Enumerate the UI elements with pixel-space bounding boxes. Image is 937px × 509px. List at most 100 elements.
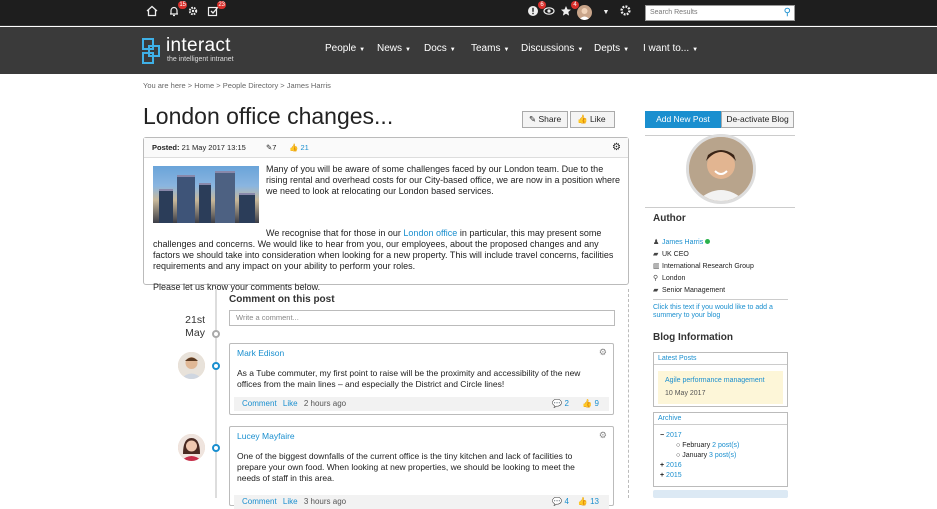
latest-post-item[interactable]: Agile performance management 10 May 2017 [658,371,783,404]
sidebar-divider [645,207,795,208]
latest-posts-box: Latest Posts Agile performance managemen… [653,352,788,407]
comment-input-placeholder: Write a comment... [236,313,299,322]
comment-reply-link[interactable]: Comment [242,399,277,408]
archive-year-2015[interactable]: + 2015 [660,471,739,481]
avatar[interactable] [178,352,205,379]
notifications-bell-icon[interactable]: 15 [165,1,187,22]
comment-time: 2 hours ago [303,399,347,408]
timeline-divider [628,289,629,498]
edit-count[interactable]: ✎7 [266,138,276,158]
archive-month-posts: 2 post(s) [712,442,740,449]
nav-discussions[interactable]: Discussions ▼ [521,43,583,54]
comment-likes-value: 13 [590,497,599,506]
comment-author[interactable]: Mark Edison [237,348,284,359]
logo-name: interact [166,35,231,56]
interact-logo[interactable]: interact the intelligent intranet [142,35,252,65]
eye-icon[interactable] [540,4,558,22]
user-avatar[interactable] [577,5,592,20]
post-header: Posted: 21 May 2017 13:15 ✎7 👍 21 ⚙ [144,138,628,158]
nav-depts[interactable]: Depts ▼ [594,43,629,54]
like-button[interactable]: 👍 Like [570,111,615,128]
settings-gear-icon[interactable] [616,4,634,22]
share-label: Share [538,114,562,124]
comment-footer: Comment Like 2 hours ago 💬 2 👍 9 [234,397,609,411]
comment-reply-link[interactable]: Comment [242,497,277,506]
comment-bubble-icon: 💬 [552,399,563,408]
archive-month-label: February [682,442,711,449]
search-icon[interactable]: ⚲ [784,7,791,19]
home-icon[interactable] [143,4,161,22]
posted-label: Posted: [152,143,180,152]
minus-icon: − [660,432,665,439]
author-company: International Research Group [662,263,754,270]
gear-cluster-icon[interactable] [184,4,202,22]
author-heading: Author [653,213,686,224]
star-icon[interactable]: 4 [557,1,579,22]
timeline-date: 21st May [184,314,205,340]
archive-month-label: January [682,452,708,459]
archive-month-january[interactable]: ○ January 3 post(s) [660,451,739,461]
post-settings-gear-icon[interactable]: ⚙ [612,138,621,158]
nav-news[interactable]: News ▼ [377,43,411,54]
user-menu-chevron-icon[interactable]: ▼ [597,4,615,22]
chevron-down-icon: ▼ [503,47,510,53]
author-company-row: ▥ International Research Group [653,262,754,272]
chevron-down-icon: ▼ [623,47,630,53]
breadcrumb[interactable]: You are here > Home > People Directory >… [143,81,331,90]
comment-gear-icon[interactable]: ⚙ [599,347,607,358]
archive-header: Archive [654,413,787,425]
comment-like-link[interactable]: Like [283,399,298,408]
plus-icon: + [660,462,665,469]
briefcase-icon: ▰ [653,287,659,294]
nav-docs[interactable]: Docs ▼ [424,43,456,54]
author-role: UK CEO [662,251,689,258]
top-utility-bar: 15 23 6 4 ▼ Search Results ⚲ [0,0,937,26]
comment-text: As a Tube commuter, my first point to ra… [237,368,581,389]
comment-bubble-icon: 💬 [552,497,563,506]
author-location-row: ⚲ London [653,274,685,284]
comment-replies[interactable]: 💬 4 [552,495,569,509]
share-button[interactable]: ✎ Share [522,111,569,128]
thumbs-up-icon: 👍 [289,143,299,152]
comment-replies-value: 2 [564,399,569,408]
comment-gear-icon[interactable]: ⚙ [599,430,607,441]
archive-month-february[interactable]: ○ February 2 post(s) [660,441,739,451]
comment-replies[interactable]: 💬 2 [552,397,569,411]
nav-label: Docs [424,43,447,54]
nav-label: Depts [594,43,621,54]
nav-label: Teams [471,43,501,54]
timeline-line [215,289,217,498]
archive-year-2017[interactable]: − 2017 [660,431,739,441]
nav-label: I want to... [643,43,690,54]
comment-time: 3 hours ago [303,497,347,506]
nav-i-want-to[interactable]: I want to... ▼ [643,43,698,54]
post-paragraph-3: Please let us know your comments below. [153,282,321,292]
timeline-dot [212,444,220,452]
nav-people[interactable]: People ▼ [325,43,365,54]
comment-like-link[interactable]: Like [283,497,298,506]
post-paragraph-1: Many of you will be aware of some challe… [266,164,621,196]
comment-author[interactable]: Lucey Mayfaire [237,431,295,442]
post-likes-value: 21 [300,143,309,152]
archive-year-label: 2017 [666,432,682,439]
nav-teams[interactable]: Teams ▼ [471,43,509,54]
archive-year-2016[interactable]: + 2016 [660,461,739,471]
author-profile-photo[interactable] [686,134,756,204]
author-name-link[interactable]: James Harris [662,239,703,246]
comment-footer: Comment Like 3 hours ago 💬 4 👍 13 [234,495,609,509]
comment-likes[interactable]: 👍 9 [582,397,599,411]
add-new-post-button[interactable]: Add New Post [645,111,721,128]
post-likes[interactable]: 👍 21 [289,138,309,158]
location-pin-icon: ⚲ [653,275,659,282]
add-summary-link[interactable]: Click this text if you would like to add… [653,304,788,320]
logo-tagline: the intelligent intranet [167,56,234,63]
search-input[interactable]: Search Results ⚲ [645,5,795,21]
london-office-link[interactable]: London office [403,228,457,238]
deactivate-blog-button[interactable]: De-activate Blog [721,111,794,128]
avatar[interactable] [178,434,205,461]
share-icon: ✎ [529,114,537,124]
comment-likes[interactable]: 👍 13 [578,495,599,509]
latest-post-title[interactable]: Agile performance management [665,377,765,384]
comment-input[interactable]: Write a comment... [229,310,615,326]
tasks-icon[interactable]: 23 [204,1,226,22]
